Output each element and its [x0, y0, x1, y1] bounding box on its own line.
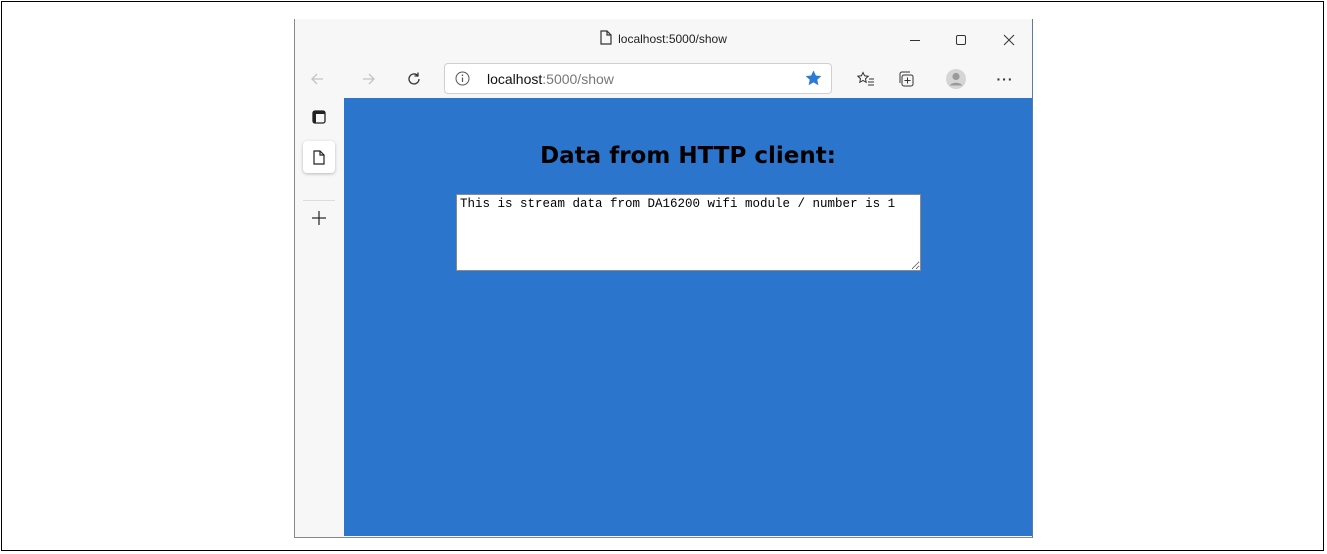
more-menu-button[interactable]: ···: [989, 63, 1021, 95]
favorites-list-icon: [857, 71, 874, 86]
refresh-button[interactable]: [398, 63, 430, 95]
profile-button[interactable]: [940, 63, 972, 95]
current-tab-button[interactable]: [303, 141, 335, 173]
new-tab-button[interactable]: [303, 202, 335, 234]
vertical-tabs-sidebar: [295, 98, 343, 536]
favorites-button[interactable]: [850, 63, 882, 95]
forward-button[interactable]: [353, 63, 385, 95]
url-host: localhost: [487, 71, 543, 87]
collections-button[interactable]: [890, 63, 922, 95]
tab-actions-icon: [312, 110, 326, 124]
favorite-star-icon[interactable]: [804, 69, 823, 93]
url-text[interactable]: localhost:5000/show: [487, 71, 614, 87]
url-path: :5000/show: [542, 71, 614, 87]
plus-icon: [312, 211, 326, 225]
back-button[interactable]: [301, 63, 333, 95]
sidebar-divider: [303, 200, 335, 201]
refresh-icon: [408, 72, 420, 85]
minimize-icon: [910, 40, 920, 41]
site-info-icon[interactable]: [454, 70, 471, 92]
collections-icon: [899, 71, 914, 87]
page-viewport: Data from HTTP client: This is stream da…: [344, 98, 1032, 536]
back-arrow-icon: [311, 73, 323, 85]
forward-arrow-icon: [363, 73, 375, 85]
close-icon: [1003, 34, 1015, 46]
minimize-button[interactable]: [892, 25, 938, 55]
page-icon: [600, 30, 612, 48]
tab-actions-button[interactable]: [303, 101, 335, 133]
address-bar[interactable]: localhost:5000/show: [444, 63, 832, 94]
page-icon: [313, 149, 325, 165]
more-icon: ···: [996, 71, 1014, 87]
avatar-icon: [946, 69, 966, 89]
window-title-text: localhost:5000/show: [618, 32, 727, 46]
page-heading: Data from HTTP client:: [540, 143, 836, 169]
maximize-button[interactable]: [938, 25, 984, 55]
stream-data-textarea[interactable]: This is stream data from DA16200 wifi mo…: [456, 194, 921, 271]
browser-window: localhost:5000/show localhost:5000/show: [294, 19, 1033, 538]
title-bar: localhost:5000/show: [295, 19, 1032, 59]
close-button[interactable]: [986, 25, 1032, 55]
browser-toolbar: localhost:5000/show ···: [295, 59, 1032, 98]
maximize-icon: [956, 35, 966, 45]
